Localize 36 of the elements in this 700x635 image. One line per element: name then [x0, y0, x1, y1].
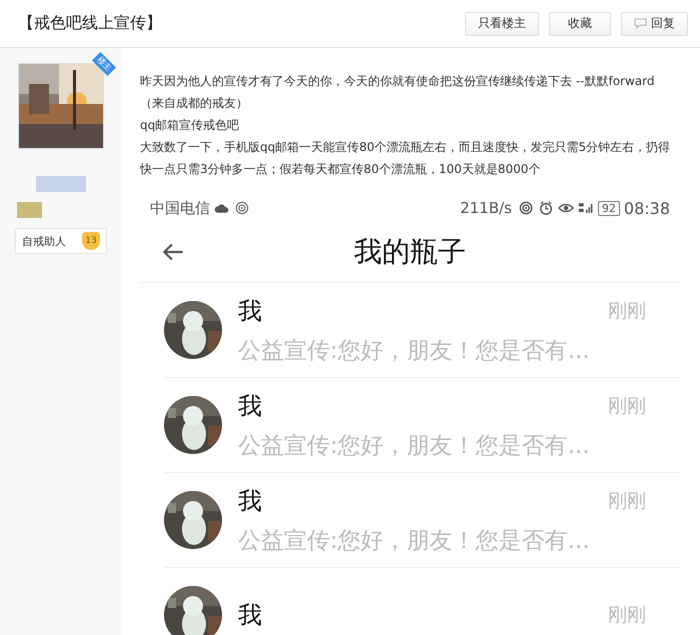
speech-bubble-icon — [634, 18, 647, 29]
sender-name: 我 — [238, 296, 262, 326]
carrier-name: 中国电信 — [150, 198, 210, 218]
reply-button[interactable]: 回复 — [621, 12, 688, 36]
message-preview: 公益宣传:您好，朋友！您是否有... — [238, 432, 591, 460]
network-speed: 211B/s — [460, 199, 512, 217]
blurred-username — [36, 176, 86, 192]
alarm-icon — [538, 201, 554, 215]
blurred-icon — [17, 202, 42, 218]
thread-button[interactable]: 收藏 — [549, 12, 611, 36]
sender-name: 我 — [238, 390, 262, 422]
sender-name: 我 — [238, 486, 262, 516]
post-text: 大致数了一下，手机版qq邮箱一天能宣传80个漂流瓶左右，而且速度快，发完只需5分钟左右，扔得快一点只需3分钟多一点；假若每天都宣传80个漂流瓶，100天就是8000个 — [140, 139, 672, 178]
screen-title: 我的瓶子 — [354, 234, 466, 270]
level-badge: 13 — [82, 232, 100, 250]
bottle-list-item[interactable]: 我 刚刚 公益宣传:您好，朋友！您是否有... — [164, 378, 680, 473]
post-text: qq邮箱宣传戒色吧 — [140, 117, 240, 134]
thread-button[interactable]: 只看楼主 — [465, 12, 539, 36]
message-time: 刚刚 — [608, 394, 646, 418]
message-time: 刚刚 — [608, 298, 646, 324]
message-time: 刚刚 — [608, 603, 646, 628]
message-preview: 公益宣传:您好，朋友！您是否有... — [238, 336, 591, 366]
sender-name: 我 — [238, 600, 262, 631]
clock-time: 08:38 — [624, 198, 670, 218]
thread-title: 【戒色吧线上宣传】 — [18, 13, 162, 34]
battery-level: 92 — [598, 200, 620, 216]
hotspot-icon — [234, 201, 250, 215]
message-time: 刚刚 — [608, 488, 646, 514]
bottle-list-item[interactable]: 我 刚刚 — [164, 568, 680, 635]
author-title: 自戒助人 — [22, 234, 66, 248]
bottle-list-item[interactable]: 我 刚刚 公益宣传:您好，朋友！您是否有... — [164, 473, 680, 568]
hotspot-icon — [518, 201, 534, 215]
eye-icon — [558, 201, 574, 215]
bottle-list-item[interactable]: 我 刚刚 公益宣传:您好，朋友！您是否有... — [164, 283, 680, 378]
signal-icon — [578, 201, 594, 215]
message-preview: 公益宣传:您好，朋友！您是否有... — [238, 526, 591, 556]
